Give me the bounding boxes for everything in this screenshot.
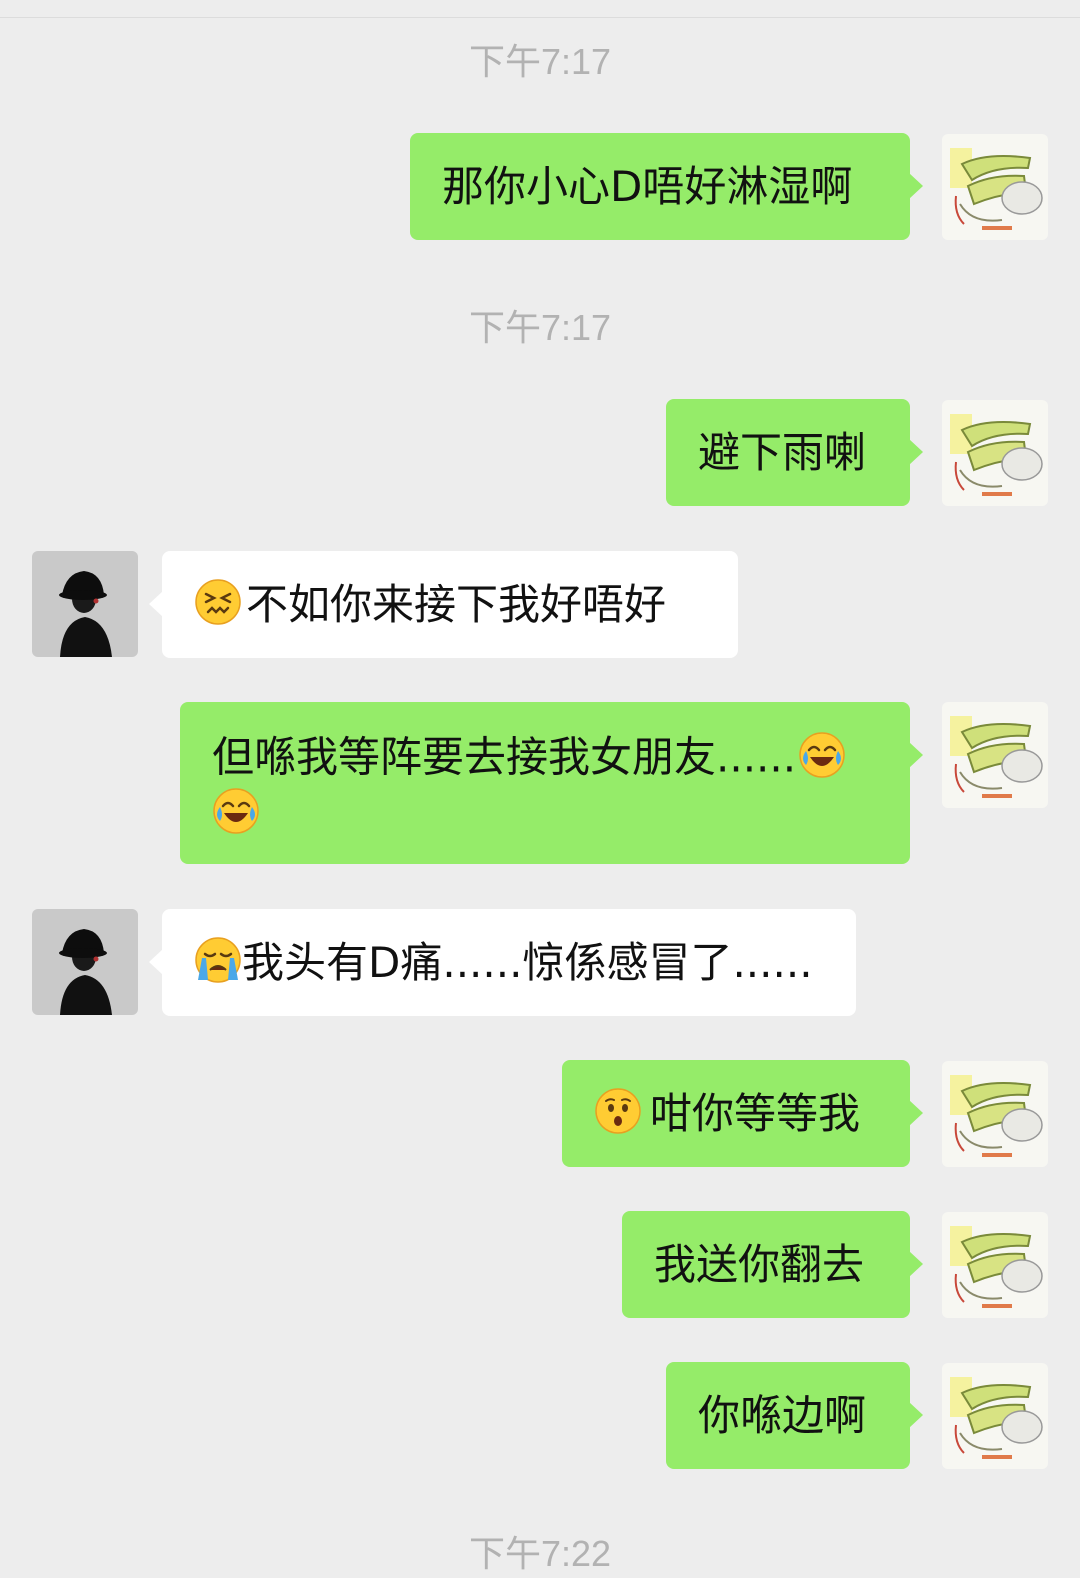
contact-avatar-image (32, 551, 138, 657)
loudly-crying-face-icon (194, 936, 242, 984)
message-text: 咁你等等我 (650, 1088, 861, 1138)
face-with-tears-of-joy-icon (212, 787, 260, 835)
message-text: 我送你翻去 (654, 1239, 865, 1289)
outgoing-message-bubble[interactable]: 你喺边啊 (666, 1362, 923, 1469)
my-avatar-image (942, 1212, 1048, 1318)
my-avatar[interactable] (942, 400, 1048, 506)
outgoing-message-bubble[interactable]: 咁你等等我 (562, 1060, 923, 1167)
contact-avatar[interactable] (32, 551, 138, 657)
incoming-message-bubble[interactable]: 不如你来接下我好唔好 (149, 551, 738, 658)
hushed-face-icon (594, 1087, 642, 1135)
top-divider (0, 17, 1080, 18)
timestamp: 下午7:17 (468, 307, 612, 348)
outgoing-message-bubble[interactable]: 我送你翻去 (622, 1211, 923, 1318)
outgoing-message-bubble[interactable]: 那你小心D唔好淋湿啊 (410, 133, 923, 240)
outgoing-message-bubble[interactable]: 但喺我等阵要去接我女朋友...... (180, 702, 923, 864)
my-avatar-image (942, 134, 1048, 240)
my-avatar[interactable] (942, 1363, 1048, 1469)
message-text: 你喺边啊 (698, 1390, 867, 1440)
face-with-tears-of-joy-icon (798, 731, 846, 779)
contact-avatar-image (32, 909, 138, 1015)
message-text: 不如你来接下我好唔好 (246, 579, 667, 629)
timestamp: 下午7:17 (468, 41, 612, 82)
my-avatar-image (942, 400, 1048, 506)
incoming-message-bubble[interactable]: 我头有D痛......惊係感冒了...... (149, 909, 856, 1016)
confounded-face-icon (194, 578, 242, 626)
contact-avatar[interactable] (32, 909, 138, 1015)
my-avatar[interactable] (942, 702, 1048, 808)
message-text: 但喺我等阵要去接我女朋友...... (212, 732, 797, 782)
my-avatar[interactable] (942, 134, 1048, 240)
message-text: 我头有D痛......惊係感冒了...... (242, 937, 813, 987)
outgoing-message-bubble[interactable]: 避下雨喇 (666, 399, 923, 506)
message-text: 避下雨喇 (698, 427, 867, 477)
my-avatar[interactable] (942, 1212, 1048, 1318)
message-text: 那你小心D唔好淋湿啊 (442, 161, 853, 211)
timestamp: 下午7:22 (468, 1533, 612, 1574)
my-avatar-image (942, 1363, 1048, 1469)
my-avatar-image (942, 702, 1048, 808)
my-avatar-image (942, 1061, 1048, 1167)
my-avatar[interactable] (942, 1061, 1048, 1167)
